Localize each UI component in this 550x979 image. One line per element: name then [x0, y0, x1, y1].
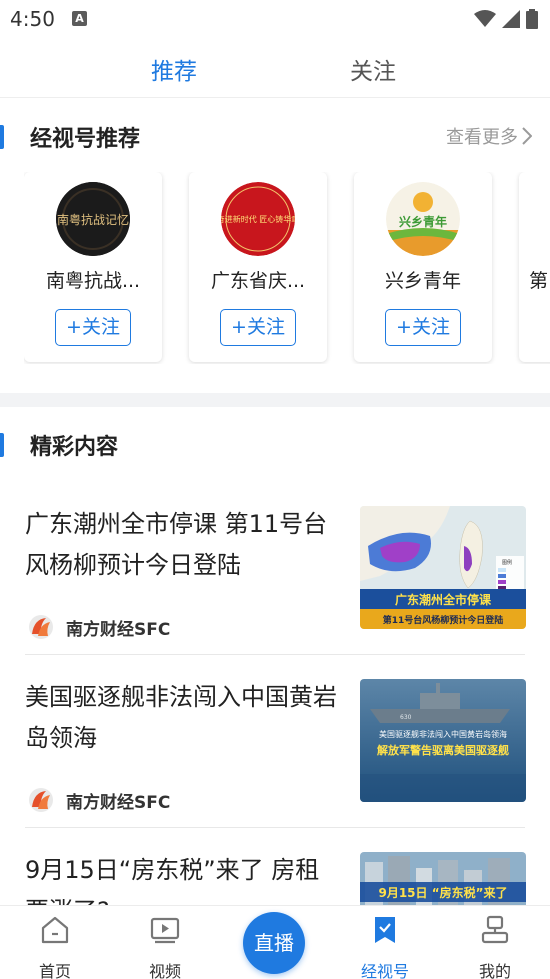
home-icon: [41, 916, 69, 944]
card-name: 兴乡青年: [384, 270, 461, 292]
recommend-card[interactable]: 第: [519, 172, 550, 362]
recommend-cards: 南粤抗战记忆 南粤抗战... +关注 奋进新时代 匠心铸华章 广东省庆... +…: [24, 172, 550, 364]
tab-follow[interactable]: 关注: [350, 52, 396, 86]
article-thumbnail: 630 美国驱逐舰非法闯入中国黄岩岛领海 解放军警告驱离美国驱逐舰: [360, 679, 526, 802]
avatar: 奋进新时代 匠心铸华章: [221, 182, 295, 256]
source-logo-icon: [29, 615, 53, 639]
source-logo-icon: [29, 788, 53, 812]
profile-icon: [481, 915, 509, 944]
follow-button[interactable]: +关注: [385, 309, 461, 346]
section-gap: [0, 393, 550, 407]
divider: [25, 654, 525, 655]
thumb-caption-sub: 第11号台风杨柳预计今日登陆: [383, 614, 504, 626]
article-item[interactable]: 9月15日“房东税”来了 房租要涨了? 9月15日 “房东税”来了: [0, 850, 550, 905]
article-item[interactable]: 美国驱逐舰非法闯入中国黄岩岛领海 南方财经SFC 630 美国驱逐舰非法闯入中国…: [0, 677, 550, 849]
nav-video-label: 视频: [148, 962, 181, 979]
status-icons: [474, 8, 538, 30]
nav-channel[interactable]: 经视号: [345, 914, 425, 979]
thumb-legend: 图例: [502, 559, 512, 566]
avatar: 兴乡青年: [386, 182, 460, 256]
recommend-card[interactable]: 南粤抗战记忆 南粤抗战... +关注: [24, 172, 162, 362]
article-thumbnail: 图例 广东潮州全市停课 第11号台风杨柳预计今日登陆: [360, 506, 526, 629]
signal-icon: [502, 10, 520, 28]
article-item[interactable]: 广东潮州全市停课 第11号台风杨柳预计今日登陆 南方财经SFC 图例 广东潮州全…: [0, 504, 550, 676]
tab-recommend[interactable]: 推荐: [151, 52, 197, 86]
recommend-card[interactable]: 奋进新时代 匠心铸华章 广东省庆... +关注: [189, 172, 327, 362]
section-accent-bar: [0, 125, 4, 149]
recommend-card[interactable]: 兴乡青年 兴乡青年 +关注: [354, 172, 492, 362]
article-thumbnail: 9月15日 “房东税”来了: [360, 852, 526, 905]
article-source: 南方财经SFC: [28, 614, 170, 640]
wifi-icon: [474, 10, 496, 27]
thumb-caption-sub: 美国驱逐舰非法闯入中国黄岩岛领海: [379, 729, 507, 739]
avatar-text: 南粤抗战记忆: [57, 212, 129, 227]
follow-button[interactable]: +关注: [220, 309, 296, 346]
thumb-hull-number: 630: [400, 714, 412, 721]
source-name: 南方财经SFC: [66, 792, 171, 813]
video-icon: [150, 917, 180, 944]
follow-button[interactable]: +关注: [55, 309, 131, 346]
nav-home[interactable]: 首页: [15, 914, 95, 979]
view-more-link[interactable]: 查看更多: [446, 123, 532, 149]
thumb-caption-main: 9月15日 “房东税”来了: [378, 885, 507, 900]
notification-icon: A: [72, 11, 87, 26]
avatar-text: 奋进新时代 匠心铸华章: [221, 214, 295, 224]
section-accent-bar: [0, 433, 4, 457]
bookmark-icon: [375, 917, 395, 943]
battery-icon: [526, 9, 538, 29]
view-more-label: 查看更多: [446, 127, 518, 148]
status-bar: 4:50 A: [0, 0, 550, 38]
nav-profile-label: 我的: [478, 962, 511, 979]
card-name: 广东省庆...: [210, 270, 306, 292]
chevron-right-icon: [522, 127, 532, 145]
recommend-section-title: 经视号推荐: [30, 127, 141, 152]
avatar: 南粤抗战记忆: [56, 182, 130, 256]
nav-home-label: 首页: [38, 962, 71, 979]
recommend-section-header: 经视号推荐 查看更多: [0, 117, 550, 157]
top-tabs: 推荐 关注: [0, 38, 550, 98]
article-source: 南方财经SFC: [28, 787, 170, 813]
status-time: 4:50: [10, 7, 55, 31]
card-name: 南粤抗战...: [45, 270, 141, 292]
avatar-text: 兴乡青年: [399, 214, 447, 229]
article-title: 9月15日“房东税”来了 房租要涨了?: [25, 856, 320, 905]
content-section-header: 精彩内容: [0, 425, 550, 465]
thumb-caption-main: 解放军警告驱离美国驱逐舰: [377, 743, 509, 757]
thumb-caption-main: 广东潮州全市停课: [395, 592, 492, 607]
nav-channel-label: 经视号: [360, 962, 409, 979]
nav-video[interactable]: 视频: [125, 914, 205, 979]
article-title: 美国驱逐舰非法闯入中国黄岩岛领海: [25, 683, 337, 752]
source-name: 南方财经SFC: [66, 619, 171, 640]
card-name: 第: [529, 270, 549, 292]
content-section-title: 精彩内容: [30, 435, 119, 460]
nav-profile[interactable]: 我的: [455, 914, 535, 979]
article-title: 广东潮州全市停课 第11号台风杨柳预计今日登陆: [25, 510, 328, 579]
live-button[interactable]: 直播: [243, 912, 305, 974]
divider: [25, 827, 525, 828]
